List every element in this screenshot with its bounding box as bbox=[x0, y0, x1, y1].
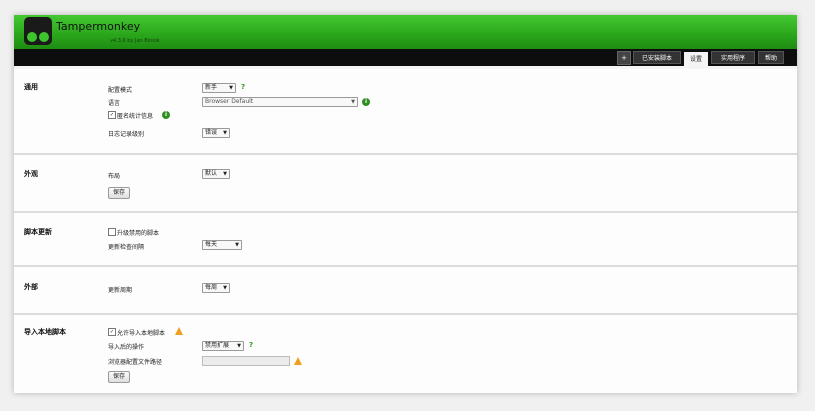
log-level-select[interactable]: 错误 ▼ bbox=[202, 128, 230, 138]
section-import-local: 导入本地脚本 ✓ 允许导入本地脚本 导入后的操作 禁用扩展 ▼ ? 浏览器配置文… bbox=[14, 315, 797, 393]
anon-stats-label: 匿名统计信息 bbox=[117, 113, 154, 120]
section-external-title: 外部 bbox=[24, 283, 38, 291]
tab-utilities[interactable]: 实用程序 bbox=[711, 51, 755, 64]
logo-right-eye bbox=[39, 32, 49, 42]
after-import-label: 导入后的操作 bbox=[108, 344, 145, 351]
update-period-select[interactable]: 每周 ▼ bbox=[202, 283, 230, 293]
tab-installed-scripts[interactable]: 已安装脚本 bbox=[633, 51, 681, 64]
chevron-down-icon: ▼ bbox=[223, 285, 227, 291]
anon-stats-checkbox[interactable]: ✓ bbox=[108, 111, 116, 119]
layout-label: 布局 bbox=[108, 173, 121, 180]
update-disabled-label: 升级禁用的脚本 bbox=[117, 230, 160, 237]
tab-settings[interactable]: 设置 bbox=[684, 52, 708, 66]
layout-select[interactable]: 默认 ▼ bbox=[202, 169, 230, 179]
language-label: 语言 bbox=[108, 100, 121, 107]
chevron-down-icon: ▼ bbox=[223, 171, 227, 177]
chevron-down-icon: ▼ bbox=[235, 242, 239, 248]
section-general-title: 通用 bbox=[24, 83, 38, 91]
config-mode-help-icon[interactable]: ? bbox=[241, 83, 245, 91]
browser-profile-input[interactable] bbox=[202, 356, 290, 366]
language-info-icon[interactable]: i bbox=[362, 98, 370, 106]
update-period-value: 每周 bbox=[205, 284, 218, 291]
section-import-local-title: 导入本地脚本 bbox=[24, 328, 66, 336]
allow-import-label: 允许导入本地脚本 bbox=[117, 330, 166, 337]
tab-help[interactable]: 帮助 bbox=[758, 51, 784, 64]
check-interval-label: 更新检查间隔 bbox=[108, 244, 145, 251]
section-general: 通用 配置模式 新手 ▼ ? 语言 Browser Default ▼ i ✓ … bbox=[14, 69, 797, 155]
section-script-update: 脚本更新 升级禁用的脚本 更新检查间隔 每天 ▼ bbox=[14, 213, 797, 267]
section-external: 外部 更新周期 每周 ▼ bbox=[14, 267, 797, 315]
after-import-help-icon[interactable]: ? bbox=[249, 341, 253, 349]
config-mode-label: 配置模式 bbox=[108, 87, 133, 94]
allow-import-warning-icon bbox=[175, 327, 183, 335]
update-period-label: 更新周期 bbox=[108, 287, 133, 294]
config-mode-select[interactable]: 新手 ▼ bbox=[202, 83, 236, 93]
check-interval-value: 每天 bbox=[205, 241, 218, 248]
app-title: Tampermonkey bbox=[56, 20, 141, 33]
tampermonkey-logo-icon bbox=[24, 17, 52, 45]
section-appearance: 外观 布局 默认 ▼ 保存 bbox=[14, 155, 797, 213]
header: Tampermonkey v4.3.6 by Jan Biniok bbox=[14, 15, 797, 49]
app-version: v4.3.6 by Jan Biniok bbox=[110, 38, 160, 44]
after-import-value: 禁用扩展 bbox=[205, 342, 230, 349]
config-mode-value: 新手 bbox=[205, 84, 218, 91]
update-disabled-checkbox[interactable] bbox=[108, 228, 116, 236]
language-select[interactable]: Browser Default ▼ bbox=[202, 97, 358, 107]
chevron-down-icon: ▼ bbox=[223, 130, 227, 136]
chevron-down-icon: ▼ bbox=[237, 343, 241, 349]
new-script-icon[interactable]: + bbox=[617, 51, 631, 65]
import-save-button[interactable]: 保存 bbox=[108, 371, 131, 383]
log-level-label: 日志记录级别 bbox=[108, 131, 145, 138]
language-value: Browser Default bbox=[205, 98, 254, 105]
anon-stats-info-icon[interactable]: i bbox=[162, 111, 170, 119]
browser-profile-warning-icon bbox=[294, 357, 302, 365]
layout-value: 默认 bbox=[205, 170, 218, 177]
appearance-save-button[interactable]: 保存 bbox=[108, 187, 131, 199]
tampermonkey-window: Tampermonkey v4.3.6 by Jan Biniok + 已安装脚… bbox=[14, 15, 797, 393]
allow-import-checkbox[interactable]: ✓ bbox=[108, 328, 116, 336]
check-interval-select[interactable]: 每天 ▼ bbox=[202, 240, 242, 250]
tab-bar: + 已安装脚本 设置 实用程序 帮助 bbox=[14, 49, 797, 66]
section-appearance-title: 外观 bbox=[24, 170, 38, 178]
chevron-down-icon: ▼ bbox=[351, 99, 355, 105]
logo-left-eye bbox=[27, 32, 37, 42]
section-script-update-title: 脚本更新 bbox=[24, 228, 52, 236]
browser-profile-label: 浏览器配置文件路径 bbox=[108, 359, 163, 366]
log-level-value: 错误 bbox=[205, 129, 218, 136]
chevron-down-icon: ▼ bbox=[229, 85, 233, 91]
after-import-select[interactable]: 禁用扩展 ▼ bbox=[202, 341, 244, 351]
